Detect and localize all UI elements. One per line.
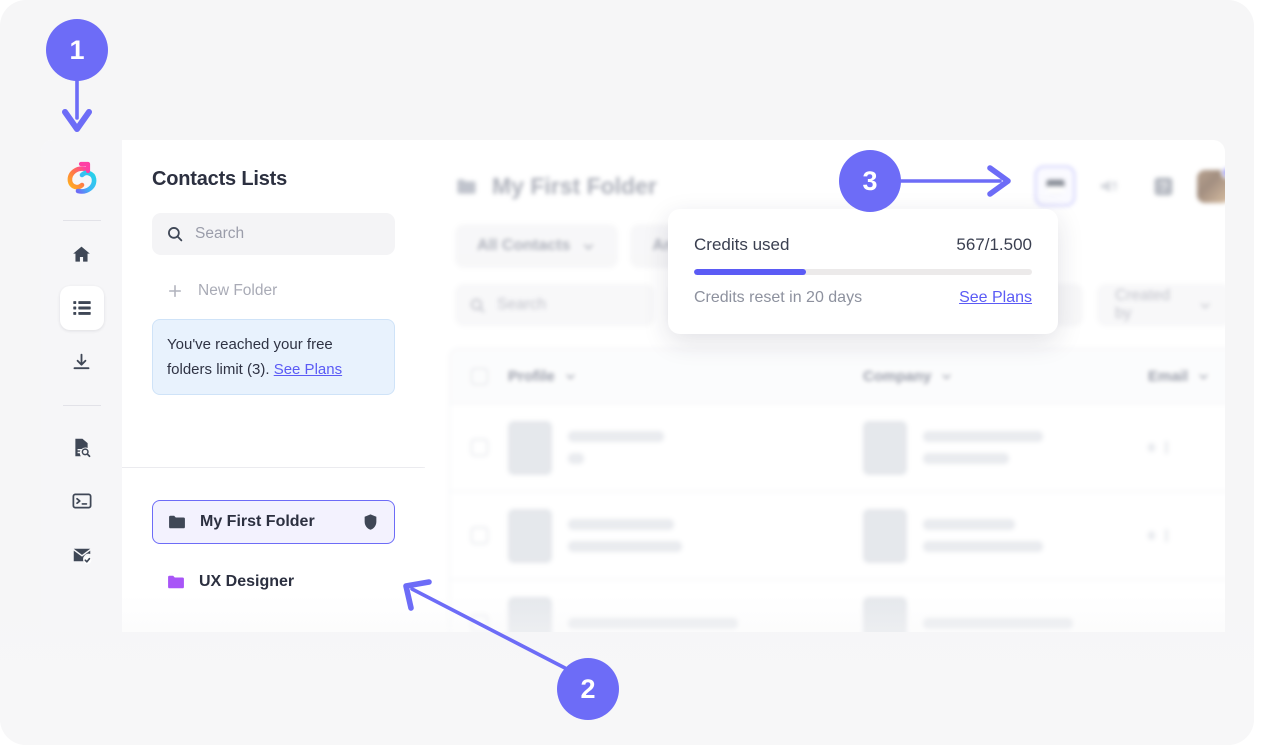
- see-plans-link-popover[interactable]: See Plans: [959, 289, 1032, 307]
- folder-item-my-first-folder[interactable]: My First Folder: [152, 500, 395, 544]
- folder-icon: [169, 515, 185, 529]
- wallet-icon: [1046, 179, 1065, 193]
- contacts-search-placeholder: Search: [195, 225, 245, 242]
- chevron-down-icon: [584, 243, 594, 250]
- created-by-filter[interactable]: Created by: [1097, 284, 1225, 326]
- credits-wallet-button[interactable]: [1035, 166, 1076, 206]
- announcements-button[interactable]: [1089, 166, 1129, 206]
- contacts-search-input[interactable]: Search: [152, 213, 395, 255]
- chevron-down-icon: [1200, 302, 1210, 309]
- column-email[interactable]: Email: [1148, 368, 1225, 385]
- app-logo[interactable]: [62, 158, 102, 202]
- help-button[interactable]: ?: [1143, 166, 1183, 206]
- chevron-down-icon: [1199, 373, 1208, 379]
- column-label: Profile: [508, 367, 555, 385]
- folder-label: My First Folder: [200, 513, 315, 530]
- contacts-table-search[interactable]: Search: [455, 284, 654, 326]
- created-by-label: Created by: [1115, 287, 1171, 322]
- cell-company: [863, 420, 1148, 475]
- panel-divider: [122, 467, 425, 468]
- sidebar-item-terminal[interactable]: [60, 479, 104, 523]
- annotation-badge-2: 2: [557, 658, 619, 720]
- folder-limit-notice: You've reached your free folders limit (…: [152, 319, 395, 395]
- plus-icon: [168, 284, 182, 298]
- new-folder-label: New Folder: [198, 282, 278, 299]
- table-row[interactable]: [450, 404, 1225, 492]
- folder-icon: [457, 178, 476, 194]
- credits-used-row: Credits used 567/1.500: [694, 235, 1032, 255]
- table-header-row: Profile Company Email: [450, 349, 1225, 404]
- column-profile[interactable]: Profile: [508, 368, 863, 385]
- folder-icon: [168, 575, 184, 589]
- search-icon: [470, 298, 485, 312]
- credits-reset-text: Credits reset in 20 days: [694, 289, 863, 306]
- shield-icon: [364, 514, 377, 530]
- row-checkbox[interactable]: [450, 439, 508, 456]
- credits-reset-row: Credits reset in 20 days See Plans: [694, 289, 1032, 307]
- chevron-down-icon: [942, 373, 951, 379]
- row-checkbox[interactable]: [450, 527, 508, 544]
- notification-dot: [1221, 165, 1225, 179]
- list-icon: [72, 301, 91, 315]
- main-folder-title: My First Folder: [492, 172, 657, 199]
- column-label: Email: [1148, 367, 1189, 385]
- column-company[interactable]: Company: [863, 368, 1148, 385]
- sidebar-item-email-verify[interactable]: [60, 533, 104, 577]
- chevron-down-icon: [566, 373, 575, 379]
- terminal-icon: [72, 493, 91, 509]
- folder-label: UX Designer: [199, 573, 295, 590]
- annotation-badge-3: 3: [839, 150, 901, 212]
- table-row[interactable]: [450, 492, 1225, 580]
- credits-popover: Credits used 567/1.500 Credits reset in …: [668, 209, 1058, 334]
- document-search-icon: [75, 438, 91, 457]
- cell-company: [863, 508, 1148, 563]
- icon-rail: [41, 140, 122, 632]
- sidebar-item-document-search[interactable]: [60, 425, 104, 469]
- contacts-panel: Contacts Lists Search New Folder You've …: [122, 140, 425, 632]
- rail-divider-top: [62, 220, 101, 221]
- credits-used-label: Credits used: [694, 235, 790, 254]
- table-search-placeholder: Search: [497, 296, 547, 313]
- breadcrumb: My First Folder: [455, 173, 657, 200]
- main-header: My First Folder ?: [425, 140, 1225, 206]
- cell-email: [1148, 441, 1225, 454]
- email-check-icon: [73, 548, 91, 565]
- credits-used-value: 567/1.500: [956, 235, 1032, 254]
- see-plans-link-panel[interactable]: See Plans: [274, 357, 342, 382]
- download-icon: [73, 353, 90, 369]
- new-folder-button[interactable]: New Folder: [152, 273, 395, 309]
- screenshot-root: Contacts Lists Search New Folder You've …: [0, 0, 1267, 745]
- tab-label: All Contacts: [477, 237, 571, 254]
- tab-all-contacts[interactable]: All Contacts: [455, 224, 619, 268]
- sidebar-item-home[interactable]: [60, 232, 104, 276]
- credits-progress-bar: [694, 269, 1032, 275]
- search-icon: [168, 227, 183, 242]
- contacts-table: Profile Company Email: [449, 348, 1225, 632]
- column-label: Company: [863, 367, 932, 385]
- page-title: Contacts Lists: [152, 168, 288, 190]
- rail-divider-mid: [62, 405, 101, 406]
- user-avatar[interactable]: [1197, 165, 1225, 203]
- svg-text:?: ?: [1159, 180, 1167, 196]
- sidebar-item-downloads[interactable]: [60, 340, 104, 384]
- home-icon: [73, 246, 90, 262]
- page-canvas: Contacts Lists Search New Folder You've …: [0, 0, 1254, 745]
- help-icon: ?: [1154, 177, 1173, 196]
- header-actions: ?: [1035, 165, 1225, 206]
- canvas-bottom-fade: [0, 595, 1254, 745]
- sidebar-item-contacts-lists[interactable]: [59, 286, 104, 330]
- cell-email: [1148, 529, 1225, 542]
- cell-profile: [508, 420, 863, 475]
- cell-profile: [508, 508, 863, 563]
- megaphone-icon: [1100, 179, 1118, 192]
- credits-progress-fill: [694, 269, 806, 275]
- annotation-badge-1: 1: [46, 19, 108, 81]
- select-all-checkbox[interactable]: [450, 367, 508, 385]
